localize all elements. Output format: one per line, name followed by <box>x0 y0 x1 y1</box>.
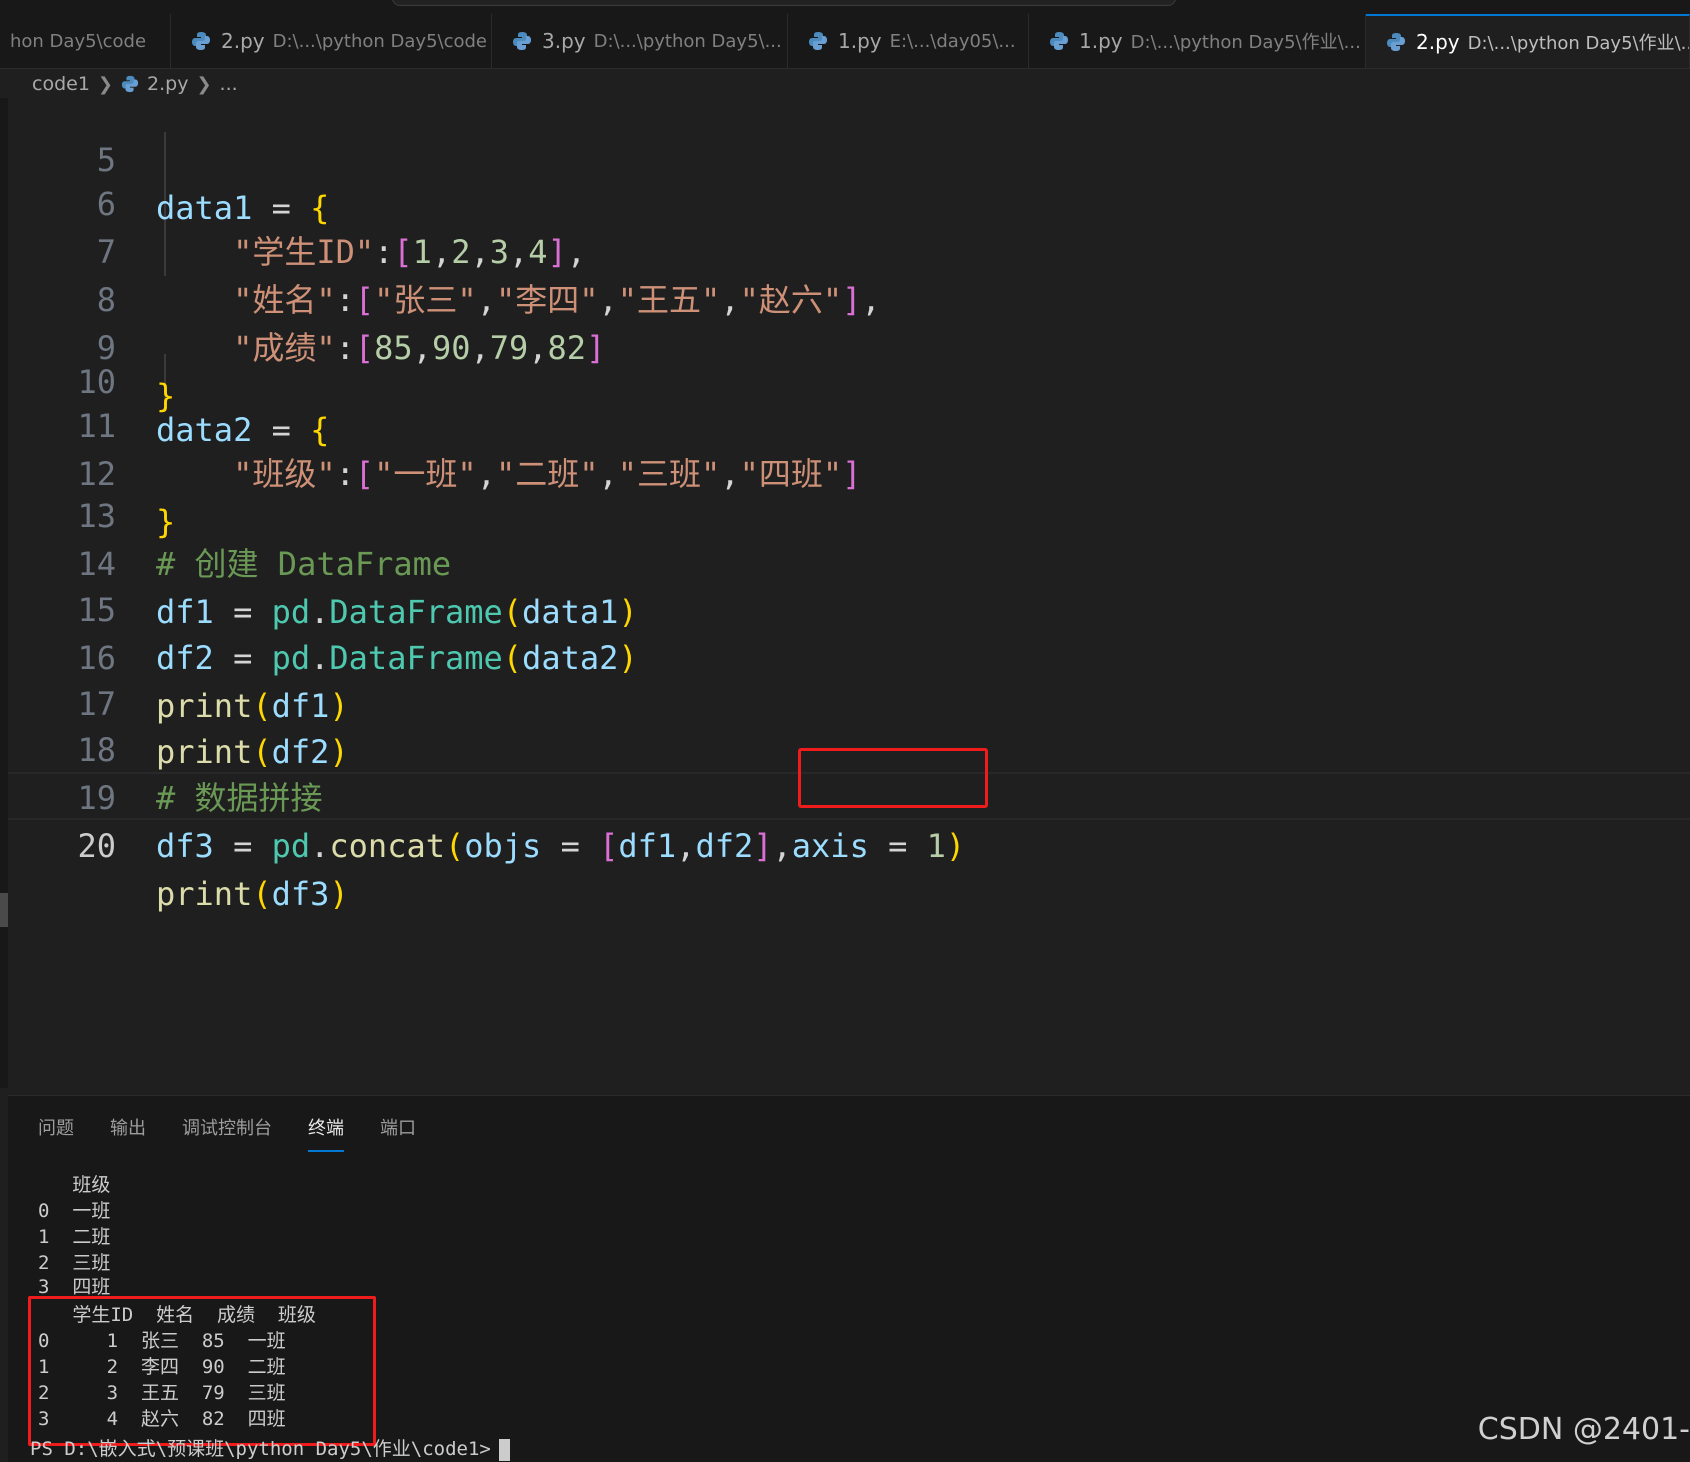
chevron-right-icon: ❯ <box>97 73 114 95</box>
code-token: 1 <box>926 827 946 865</box>
code-token: axis <box>791 827 869 865</box>
tab-path: D:\...\python Day5\code <box>272 30 487 52</box>
code-line[interactable]: 14 df1 = pd.DataFrame(data1) <box>8 492 1690 631</box>
line-number: 20 <box>77 827 116 865</box>
code-token: df1 <box>618 827 677 865</box>
axis-highlight-box <box>798 748 988 808</box>
bottom-panel: 问题 输出 调试控制台 终端 端口 班级 0 一班 1 二班 2 三班 3 四班… <box>8 1095 1690 1462</box>
code-line[interactable]: 11 "班级":["一班","二班","三班","四班"] <box>8 354 1690 493</box>
tab-name: 1.py <box>838 29 882 53</box>
terminal-line: 0 一班 <box>38 1200 111 1222</box>
tab-ports[interactable]: 端口 <box>380 1108 416 1148</box>
code-token: pd <box>271 827 311 865</box>
tab-1py-day05[interactable]: 1.py E:\...\day05\... <box>788 14 1029 68</box>
code-token: = <box>868 827 927 865</box>
code-token: , <box>772 827 792 865</box>
tab-name: 3.py <box>542 29 586 53</box>
code-line[interactable]: 12 } <box>8 402 1690 541</box>
code-line[interactable]: 15 df2 = pd.DataFrame(data2) <box>8 538 1690 677</box>
terminal-line: 班级 <box>38 1174 111 1196</box>
terminal-line: 1 二班 <box>38 1226 111 1248</box>
output-highlight-box <box>28 1296 376 1446</box>
tab-output[interactable]: 输出 <box>110 1108 146 1148</box>
tab-path: E:\...\day05\... <box>889 30 1016 52</box>
tab-code[interactable]: hon Day5\code <box>0 14 171 68</box>
code-token: [ <box>599 827 619 865</box>
code-token: df2 <box>695 827 754 865</box>
code-token: print <box>156 875 253 913</box>
code-editor[interactable]: 5 data1 = { 6 "学生ID":[1,2,3,4], 7 "姓名":[… <box>8 98 1690 1095</box>
tab-problems[interactable]: 问题 <box>38 1108 74 1148</box>
code-line[interactable]: 7 "姓名":["张三","李四","王五","赵六"], <box>8 180 1690 319</box>
tab-path: hon Day5\code <box>10 30 147 52</box>
tab-2py-homework-active[interactable]: 2.py D:\...\python Day5\作业\... ✕ <box>1366 14 1690 68</box>
editor-tab-bar: hon Day5\code 2.py D:\...\python Day5\co… <box>0 14 1690 69</box>
breadcrumb: code1 ❯ 2.py ❯ ... <box>32 70 238 98</box>
breadcrumb-file[interactable]: 2.py <box>147 73 188 95</box>
code-token: = <box>541 827 600 865</box>
code-token: objs <box>464 827 542 865</box>
watermark: CSDN @2401- <box>1477 1412 1690 1447</box>
activity-bar-edge <box>0 98 8 1088</box>
prompt-text: PS D:\嵌入式\预课班\python Day5\作业\code1> <box>30 1438 491 1460</box>
scroll-marker <box>0 893 8 927</box>
panel-tabs: 问题 输出 调试控制台 终端 端口 <box>38 1108 416 1152</box>
code-token: ] <box>753 827 773 865</box>
tab-name: 2.py <box>1416 30 1460 54</box>
tab-path: D:\...\python Day5\... <box>593 30 782 52</box>
code-token: df3 <box>271 875 330 913</box>
code-line[interactable]: 16 print(df1) <box>8 586 1690 725</box>
tab-debug-console[interactable]: 调试控制台 <box>182 1108 272 1148</box>
breadcrumb-more[interactable]: ... <box>220 73 238 95</box>
python-file-icon <box>809 32 827 50</box>
command-center[interactable] <box>392 0 1176 6</box>
code-line[interactable]: 5 data1 = { <box>8 98 1690 227</box>
python-file-icon <box>1387 33 1405 51</box>
terminal-line: 2 三班 <box>38 1252 111 1274</box>
breadcrumb-folder[interactable]: code1 <box>32 73 90 95</box>
tab-path: D:\...\python Day5\作业\... <box>1130 32 1361 53</box>
code-token: ) <box>945 827 966 865</box>
tab-path: D:\...\python Day5\作业\... <box>1467 33 1690 54</box>
tab-name: 1.py <box>1079 29 1123 53</box>
python-file-icon <box>121 75 139 93</box>
terminal-prompt[interactable]: PS D:\嵌入式\预课班\python Day5\作业\code1> <box>30 1436 510 1462</box>
tab-terminal[interactable]: 终端 <box>308 1108 344 1152</box>
code-token: ) <box>329 875 349 913</box>
title-bar <box>0 0 1690 14</box>
python-file-icon <box>1050 32 1068 50</box>
tab-2py-code[interactable]: 2.py D:\...\python Day5\code <box>171 14 492 68</box>
code-token: ( <box>252 875 272 913</box>
code-token: concat <box>329 827 445 865</box>
python-file-icon <box>192 32 210 50</box>
code-token: = <box>213 827 272 865</box>
chevron-right-icon: ❯ <box>196 73 212 95</box>
code-token: . <box>310 827 330 865</box>
code-line[interactable]: 13 # 创建 DataFrame <box>8 444 1690 583</box>
python-file-icon <box>513 32 531 50</box>
code-line[interactable]: 6 "学生ID":[1,2,3,4], <box>8 132 1690 271</box>
code-line[interactable]: 10 data2 = { <box>8 310 1690 449</box>
tab-name: 2.py <box>221 29 265 53</box>
code-line[interactable]: 8 "成绩":[85,90,79,82] <box>8 228 1690 367</box>
code-token: df3 <box>156 827 214 865</box>
code-line[interactable]: 18 # 数据拼接 <box>8 678 1690 817</box>
code-token: ( <box>444 827 465 865</box>
code-token: , <box>676 827 696 865</box>
code-line[interactable]: 17 print(df2) <box>8 632 1690 771</box>
terminal-cursor <box>498 1438 510 1461</box>
tab-3py[interactable]: 3.py D:\...\python Day5\... <box>492 14 788 68</box>
tab-1py-homework[interactable]: 1.py D:\...\python Day5\作业\... <box>1029 14 1366 68</box>
